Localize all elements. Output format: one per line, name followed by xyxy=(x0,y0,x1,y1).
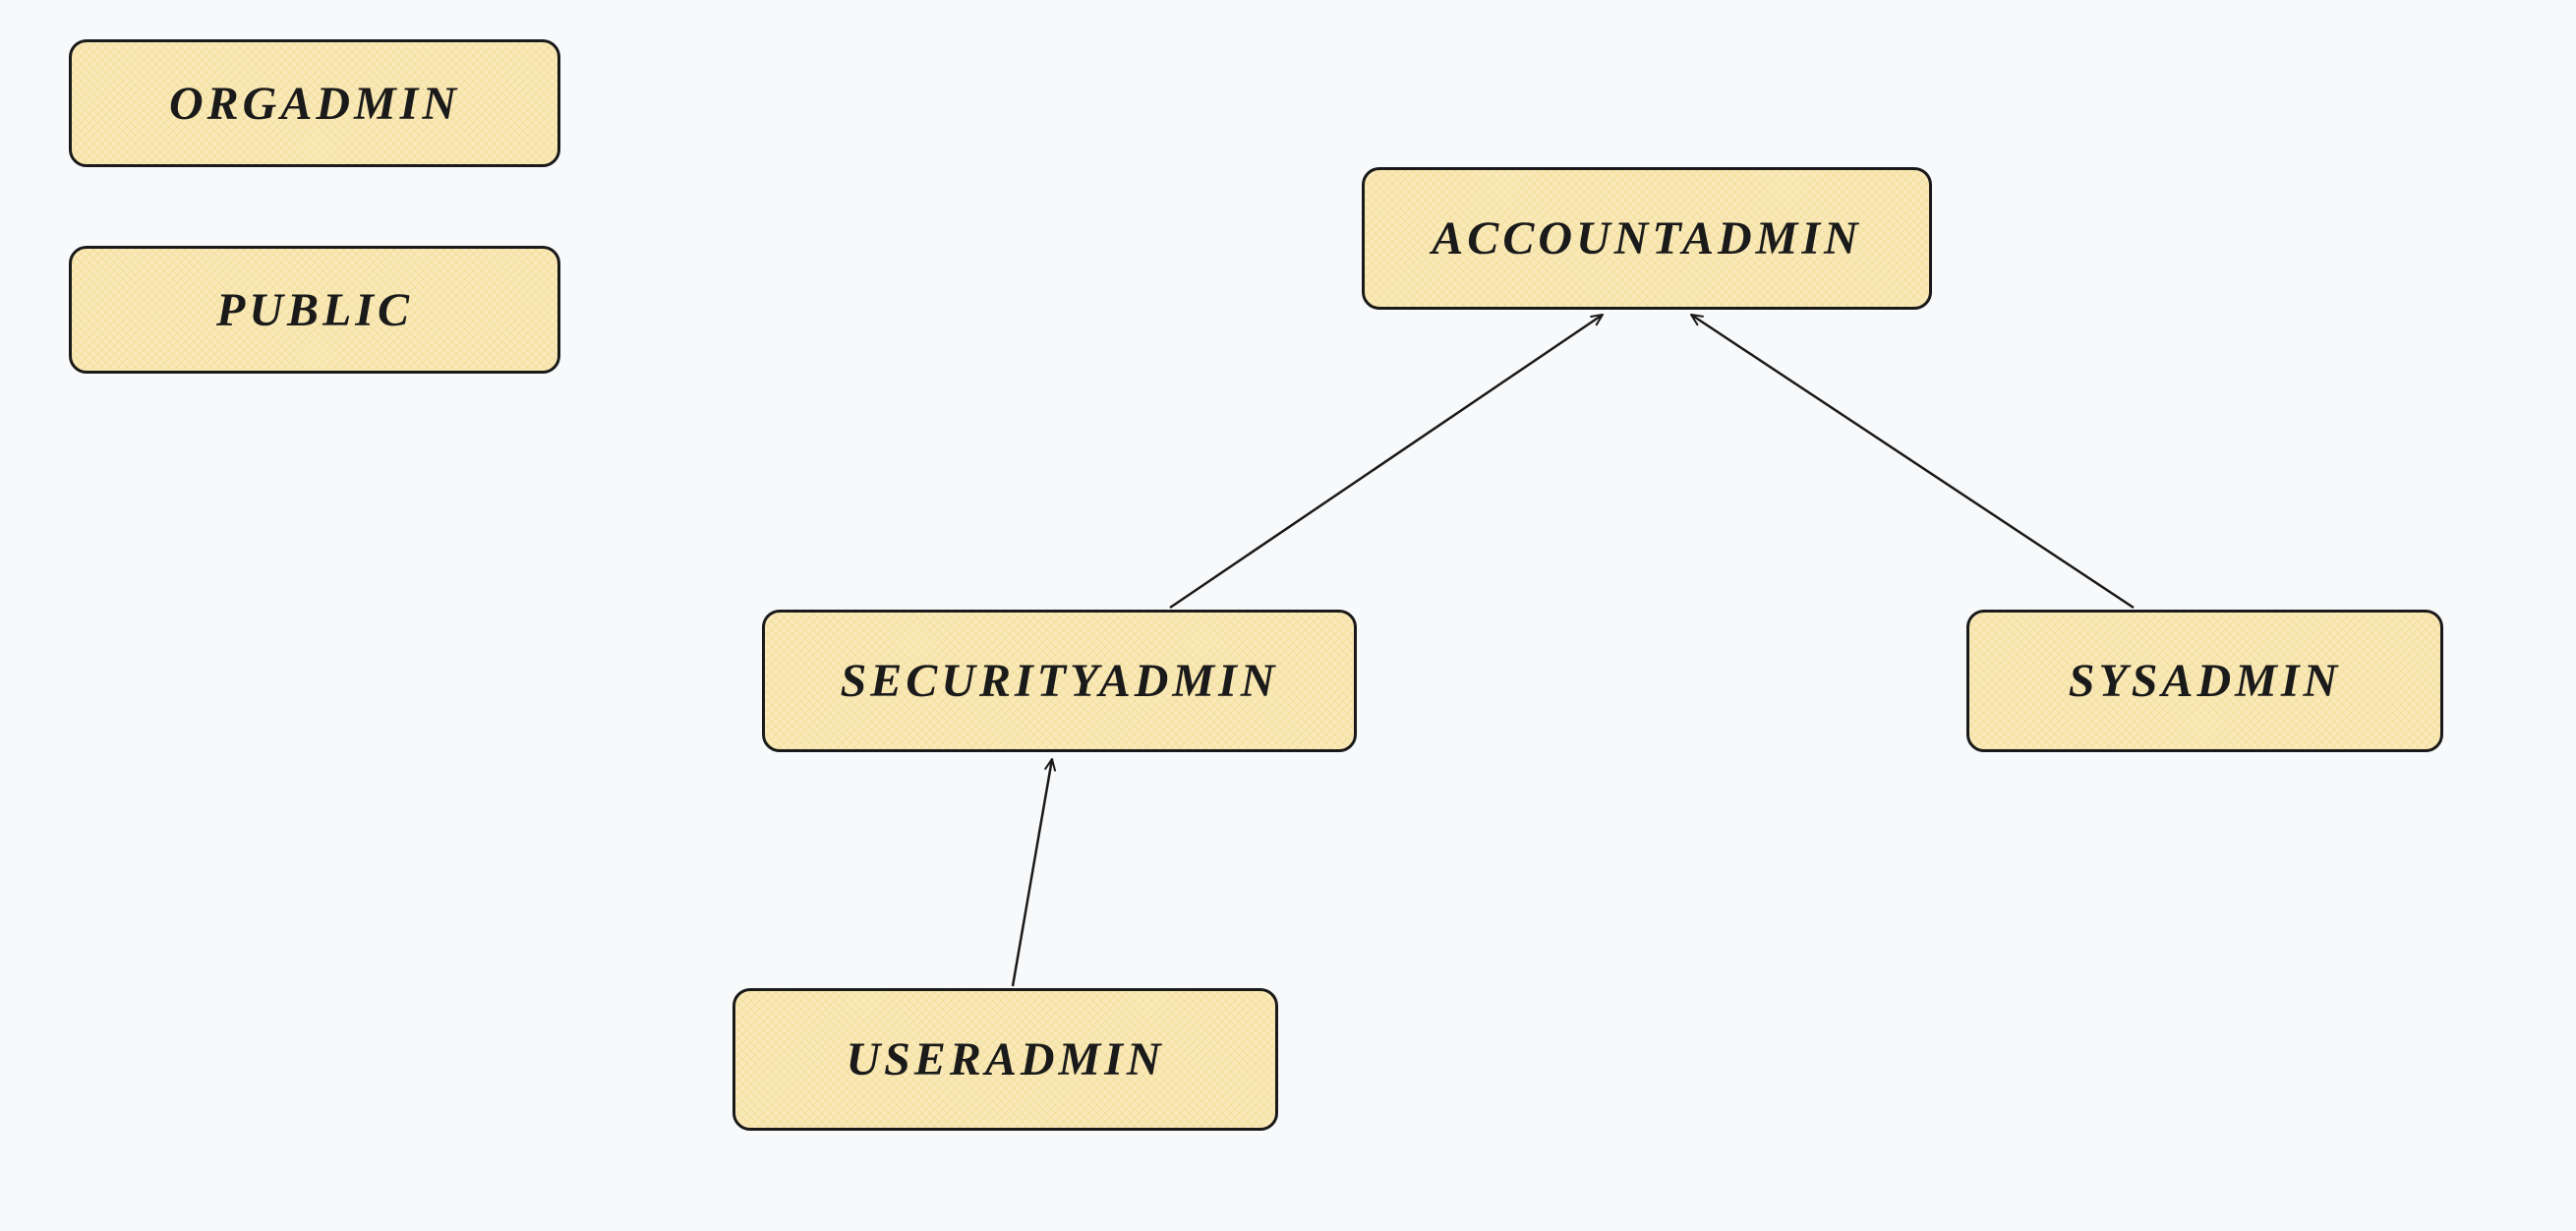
node-label: SECURITYADMIN xyxy=(841,654,1279,708)
node-accountadmin: ACCOUNTADMIN xyxy=(1362,167,1932,310)
node-label: PUBLIC xyxy=(216,283,413,337)
node-securityadmin: SECURITYADMIN xyxy=(762,610,1357,752)
node-orgadmin: ORGADMIN xyxy=(69,39,560,167)
node-sysadmin: SYSADMIN xyxy=(1966,610,2443,752)
node-label: ORGADMIN xyxy=(169,77,460,131)
edge-securityadmin-accountadmin xyxy=(1170,315,1603,608)
node-label: ACCOUNTADMIN xyxy=(1432,211,1861,265)
edge-useradmin-securityadmin xyxy=(1013,759,1052,986)
edge-sysadmin-accountadmin xyxy=(1691,315,2134,608)
node-label: SYSADMIN xyxy=(2069,654,2341,708)
node-useradmin: USERADMIN xyxy=(732,988,1278,1131)
node-label: USERADMIN xyxy=(846,1032,1164,1086)
node-public: PUBLIC xyxy=(69,246,560,374)
